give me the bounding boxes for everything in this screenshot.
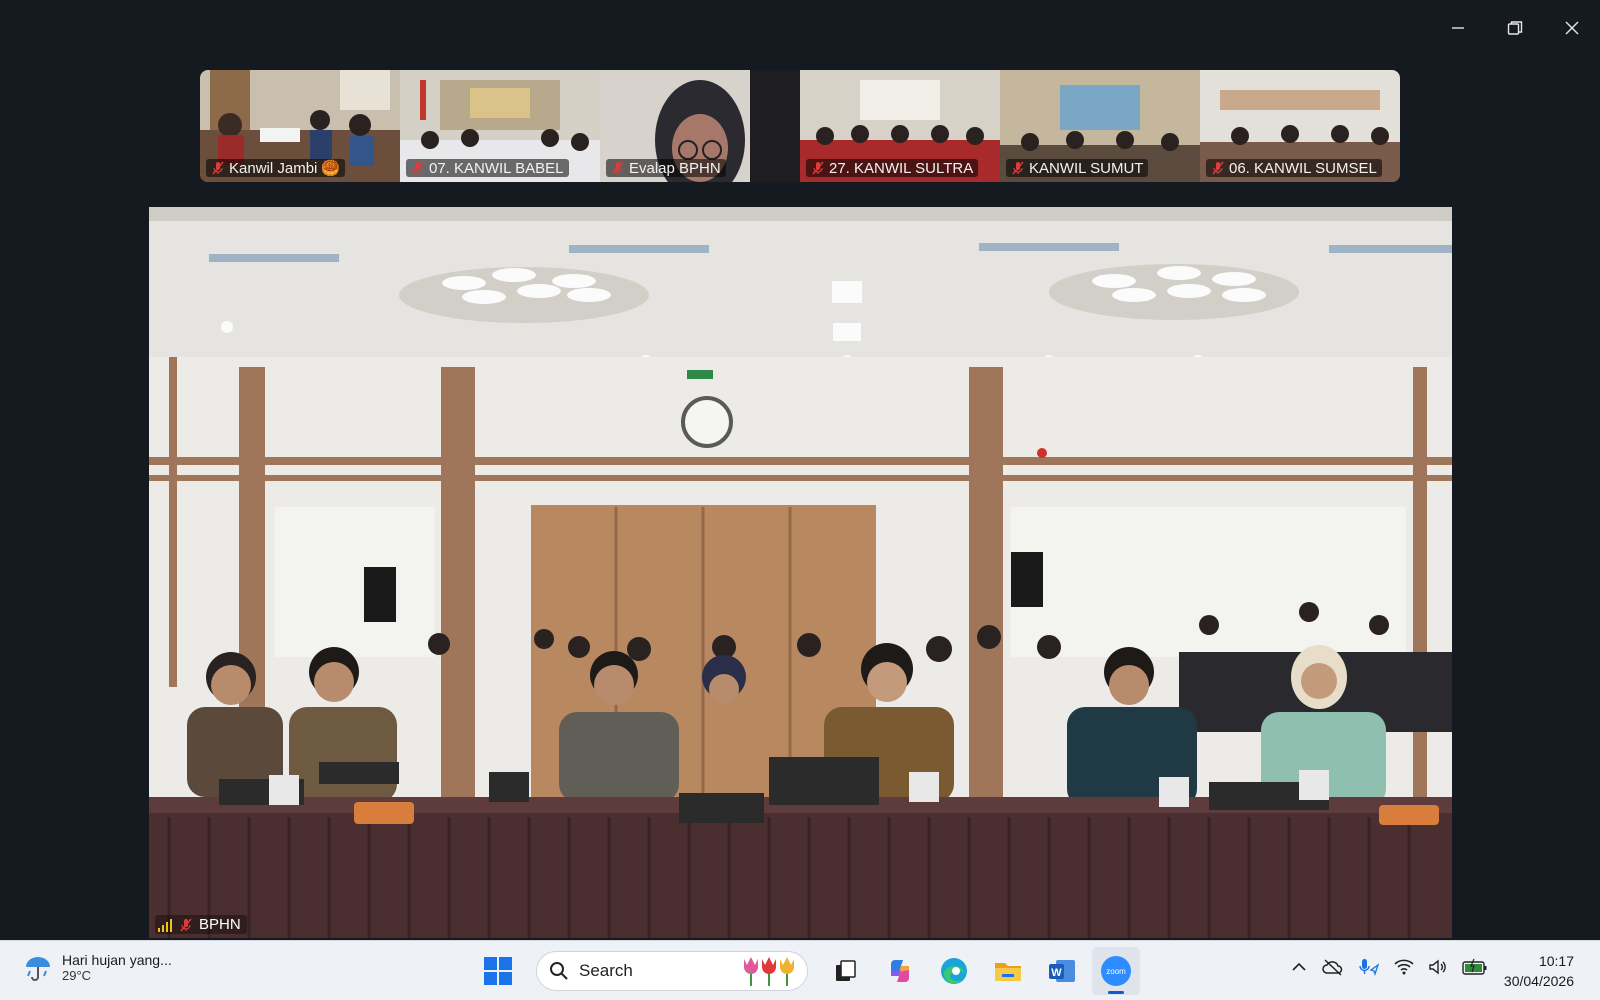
participant-name: 27. KANWIL SULTRA <box>829 159 974 177</box>
participant-name: KANWIL SUMUT <box>1029 159 1144 177</box>
microphone-in-use-icon[interactable] <box>1358 957 1380 977</box>
participant-tile[interactable]: Kanwil Jambi 🥮 <box>200 70 400 182</box>
copilot-icon <box>891 960 909 982</box>
weather-description: Hari hujan yang... <box>62 951 172 968</box>
taskbar-clock[interactable]: 10:17 30/04/2026 <box>1504 951 1574 991</box>
main-speaker-name: BPHN <box>199 916 241 933</box>
start-icon <box>484 957 512 985</box>
battery-charging-icon[interactable] <box>1462 958 1488 976</box>
taskbar-apps: Search W zoom <box>474 947 1140 995</box>
participant-tile[interactable]: Evalap BPHN <box>600 70 800 182</box>
search-placeholder: Search <box>579 961 633 980</box>
weather-temperature: 29°C <box>62 967 92 983</box>
participant-name: Kanwil Jambi <box>229 159 318 177</box>
signal-bars-icon <box>158 918 172 932</box>
participant-tile[interactable]: 27. KANWIL SULTRA <box>800 70 1000 182</box>
file-explorer-icon <box>995 963 1021 981</box>
participant-tile[interactable]: KANWIL SUMUT <box>1000 70 1200 182</box>
participant-strip: Kanwil Jambi 🥮 07. KANWIL BABEL Evalap B… <box>200 70 1400 182</box>
muted-mic-icon <box>1212 161 1224 175</box>
svg-text:zoom: zoom <box>1106 967 1126 976</box>
taskbar: Hari hujan yang... 29°C Search W zoom 10… <box>0 940 1600 1000</box>
umbrella-rain-icon <box>26 957 50 981</box>
muted-mic-icon <box>180 918 192 931</box>
muted-mic-icon <box>412 161 424 175</box>
muted-mic-icon <box>612 161 624 175</box>
chevron-up-icon[interactable] <box>1290 958 1308 976</box>
participant-label: 07. KANWIL BABEL <box>406 159 569 177</box>
restore-icon <box>1507 21 1522 35</box>
main-video[interactable]: BPHN <box>149 207 1452 938</box>
minimize-button[interactable] <box>1429 0 1486 56</box>
conference-room-video <box>149 207 1452 938</box>
muted-mic-icon <box>212 161 224 175</box>
muted-mic-icon <box>1012 161 1024 175</box>
task-view-button[interactable] <box>822 947 870 995</box>
system-tray <box>1290 957 1488 977</box>
volume-icon[interactable] <box>1428 958 1448 976</box>
close-button[interactable] <box>1543 0 1600 56</box>
participant-name: 07. KANWIL BABEL <box>429 159 564 177</box>
participant-label: Evalap BPHN <box>606 159 726 177</box>
participant-tile[interactable]: 06. KANWIL SUMSEL <box>1200 70 1400 182</box>
reaction-emoji: 🥮 <box>321 160 341 177</box>
participant-label: 06. KANWIL SUMSEL <box>1206 159 1382 177</box>
participant-label: Kanwil Jambi 🥮 <box>206 159 346 177</box>
word-icon: W <box>1049 960 1075 982</box>
participant-tile[interactable]: 07. KANWIL BABEL <box>400 70 600 182</box>
muted-mic-icon <box>812 161 824 175</box>
start-button[interactable] <box>474 947 522 995</box>
file-explorer-button[interactable] <box>984 947 1032 995</box>
edge-icon <box>941 958 967 984</box>
copilot-button[interactable] <box>876 947 924 995</box>
participant-name: Evalap BPHN <box>629 159 721 177</box>
tulips-highlight-icon <box>744 957 794 986</box>
weather-widget[interactable]: Hari hujan yang... 29°C <box>22 951 172 983</box>
word-button[interactable]: W <box>1038 947 1086 995</box>
clock-time: 10:17 <box>1538 953 1574 969</box>
wifi-icon[interactable] <box>1394 958 1414 976</box>
close-icon <box>1565 21 1578 35</box>
onedrive-offline-icon[interactable] <box>1322 958 1344 976</box>
restore-button[interactable] <box>1486 0 1543 56</box>
zoom-button[interactable]: zoom <box>1092 947 1140 995</box>
zoom-icon: zoom <box>1101 956 1131 986</box>
main-video-label: BPHN <box>155 915 247 934</box>
task-view-icon <box>836 960 856 981</box>
taskbar-search[interactable]: Search <box>536 951 808 991</box>
edge-button[interactable] <box>930 947 978 995</box>
participant-label: 27. KANWIL SULTRA <box>806 159 979 177</box>
participant-name: 06. KANWIL SUMSEL <box>1229 159 1377 177</box>
minimize-icon <box>1451 27 1464 29</box>
window-controls <box>1429 0 1600 56</box>
search-icon <box>550 962 568 980</box>
svg-text:W: W <box>1051 967 1062 979</box>
clock-date: 30/04/2026 <box>1503 973 1574 989</box>
participant-label: KANWIL SUMUT <box>1006 159 1149 177</box>
